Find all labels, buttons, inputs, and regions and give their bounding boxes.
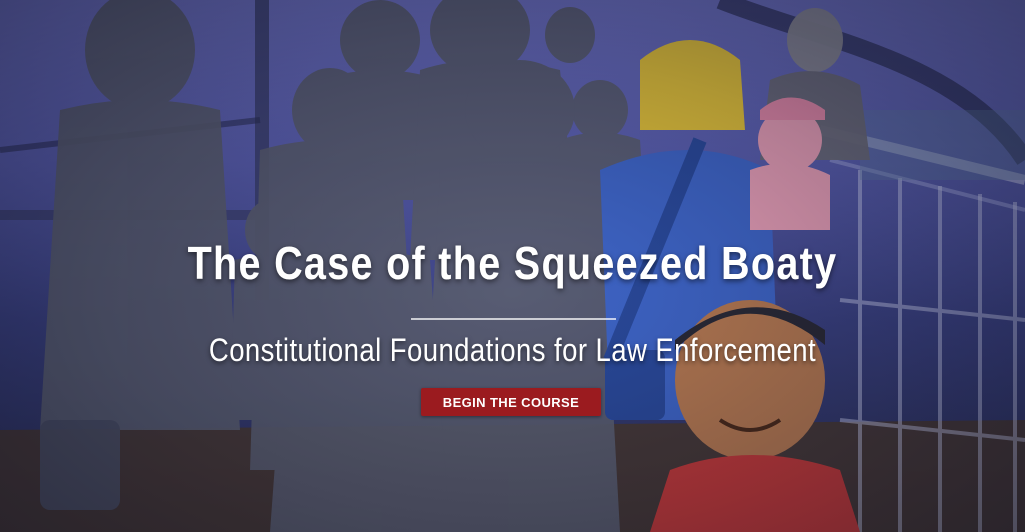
course-title: The Case of the Squeezed Boaty	[187, 237, 838, 289]
hero-content: The Case of the Squeezed Boaty Constitut…	[0, 0, 1025, 532]
course-subtitle: Constitutional Foundations for Law Enfor…	[208, 332, 817, 368]
begin-course-button[interactable]: BEGIN THE COURSE	[421, 388, 601, 416]
hero-banner: The Case of the Squeezed Boaty Constitut…	[0, 0, 1025, 532]
title-divider	[411, 318, 616, 320]
